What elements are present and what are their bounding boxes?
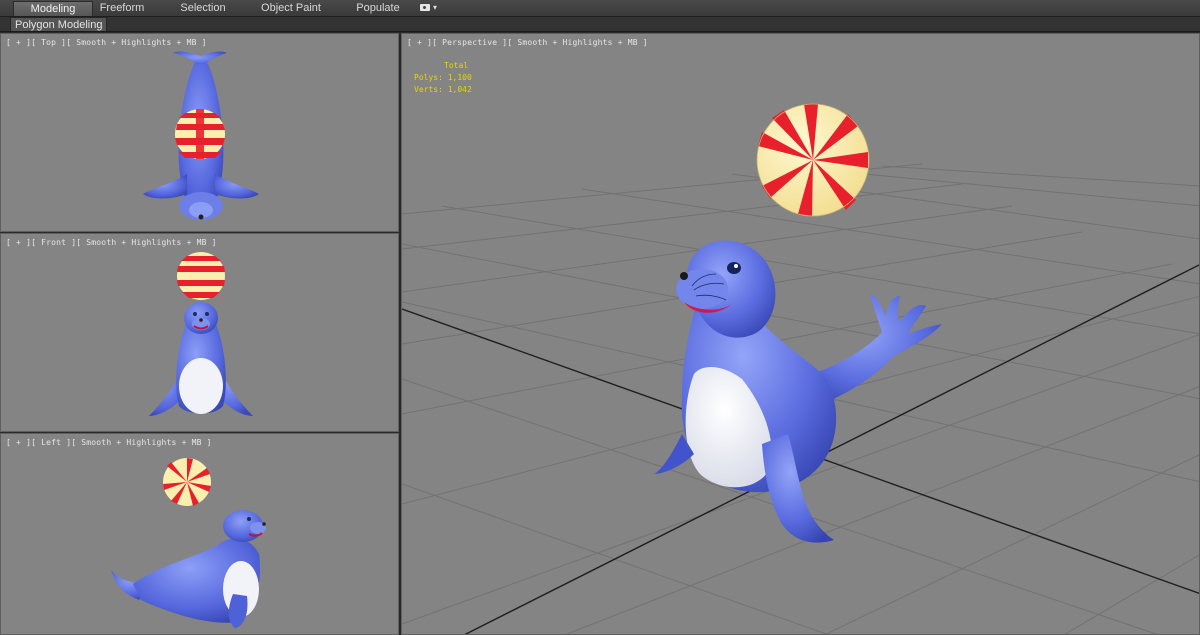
perspective-view-scene xyxy=(402,103,1199,634)
viewport-label-front[interactable]: [ + ][ Front ][ Smooth + Highlights + MB… xyxy=(6,238,217,247)
ball-perspective xyxy=(756,103,870,217)
stats-polys: Polys: 1,100 xyxy=(414,73,472,82)
viewport-front[interactable]: [ + ][ Front ][ Smooth + Highlights + MB… xyxy=(0,233,399,432)
ball-top xyxy=(175,109,225,159)
ribbon-options-dropdown[interactable]: ▾ xyxy=(418,2,442,15)
viewport-top[interactable]: [ + ][ Top ][ Smooth + Highlights + MB ] xyxy=(0,33,399,232)
seal-model-perspective xyxy=(654,240,942,543)
viewport-label-left[interactable]: [ + ][ Left ][ Smooth + Highlights + MB … xyxy=(6,438,212,447)
tab-populate[interactable]: Populate xyxy=(350,1,406,16)
seal-model-front xyxy=(149,302,253,416)
polygon-modeling-panel[interactable]: Polygon Modeling xyxy=(10,17,108,31)
ball-front xyxy=(177,252,225,300)
ball-left xyxy=(163,458,211,506)
stats-total-header: Total xyxy=(444,61,469,70)
ribbon-tabs: Modeling Freeform Selection Object Paint… xyxy=(0,0,1200,17)
tab-object-paint[interactable]: Object Paint xyxy=(255,1,327,16)
viewport-label-top[interactable]: [ + ][ Top ][ Smooth + Highlights + MB ] xyxy=(6,38,207,47)
scene-statistics: Total Polys: 1,100 Verts: 1,042 xyxy=(414,60,472,96)
viewport-label-perspective[interactable]: [ + ][ Perspective ][ Smooth + Highlight… xyxy=(407,38,648,47)
viewport-perspective[interactable]: [ + ][ Perspective ][ Smooth + Highlight… xyxy=(401,33,1200,635)
seal-model-left xyxy=(111,510,266,628)
front-view-scene xyxy=(149,252,253,416)
top-view-scene xyxy=(143,51,259,220)
viewport-left[interactable]: [ + ][ Left ][ Smooth + Highlights + MB … xyxy=(0,433,399,635)
left-view-scene xyxy=(111,458,266,628)
tab-selection[interactable]: Selection xyxy=(172,1,234,16)
tab-freeform[interactable]: Freeform xyxy=(92,1,152,16)
stats-verts: Verts: 1,042 xyxy=(414,85,472,94)
chevron-down-icon: ▾ xyxy=(433,3,438,12)
tab-modeling[interactable]: Modeling xyxy=(13,1,93,16)
ribbon-panel-bar: Polygon Modeling xyxy=(0,17,1200,32)
